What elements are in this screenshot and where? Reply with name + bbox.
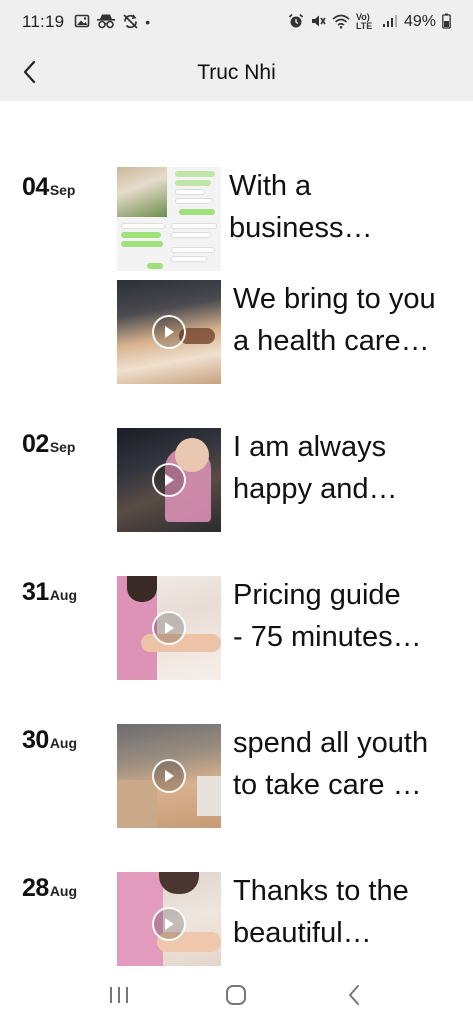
- play-icon: [152, 907, 186, 941]
- date-label: 02 Sep: [22, 430, 76, 459]
- back-icon: [349, 985, 360, 1005]
- post-thumbnail: [117, 872, 221, 966]
- post-thumbnail: [117, 724, 221, 828]
- back-button[interactable]: [10, 52, 50, 92]
- incognito-icon: [96, 13, 116, 31]
- play-icon: [152, 315, 186, 349]
- system-back-button[interactable]: [324, 975, 384, 1015]
- date-month: Aug: [49, 587, 78, 603]
- battery-percent: 49%: [403, 13, 436, 30]
- play-icon: [152, 759, 186, 793]
- battery-icon: [442, 13, 451, 31]
- post-thumbnail: [117, 280, 221, 384]
- post-item[interactable]: Thanks to the beautiful…: [117, 872, 457, 966]
- date-day: 04: [22, 173, 49, 201]
- date-month: Sep: [49, 182, 76, 198]
- home-button[interactable]: [206, 975, 266, 1015]
- post-item[interactable]: spend all youth to take care …: [117, 724, 457, 828]
- date-label: 28 Aug: [22, 874, 77, 903]
- post-caption: I am always happy and…: [233, 431, 398, 505]
- post-caption: We bring to you a health care…: [233, 283, 436, 357]
- notification-dot: •: [145, 14, 151, 30]
- signal-icon: [382, 14, 398, 30]
- mute-icon: [310, 13, 326, 31]
- post-item[interactable]: Pricing guide - 75 minutes…: [117, 576, 457, 680]
- date-label: 04 Sep: [22, 173, 76, 202]
- recent-apps-button[interactable]: [89, 975, 149, 1015]
- chat-collage-image: [117, 167, 221, 271]
- post-caption: Thanks to the beautiful…: [233, 875, 409, 949]
- play-icon: [152, 611, 186, 645]
- sync-off-icon: [122, 13, 139, 32]
- date-month: Aug: [49, 735, 78, 751]
- date-label: 31 Aug: [22, 578, 77, 607]
- system-nav-bar: [0, 966, 473, 1024]
- date-month: Sep: [49, 439, 76, 455]
- app-header: Truc Nhi: [0, 44, 473, 101]
- date-day: 28: [22, 874, 49, 902]
- wifi-icon: [332, 14, 350, 31]
- post-caption: With a business…: [229, 170, 373, 244]
- post-item[interactable]: We bring to you a health care…: [117, 280, 457, 384]
- chevron-left-icon: [23, 60, 36, 84]
- post-thumbnail: [117, 576, 221, 680]
- post-caption: Pricing guide - 75 minutes…: [233, 579, 422, 653]
- timeline: 04 Sep With a business… We bring to you …: [0, 101, 473, 966]
- date-month: Aug: [49, 883, 78, 899]
- status-left: 11:19 •: [22, 12, 150, 32]
- status-time: 11:19: [22, 12, 65, 31]
- date-label: 30 Aug: [22, 726, 77, 755]
- home-icon: [226, 985, 247, 1005]
- page-title: Truc Nhi: [197, 60, 276, 84]
- image-icon: [74, 13, 90, 31]
- recent-apps-icon: [109, 987, 128, 1003]
- date-day: 31: [22, 578, 49, 606]
- post-caption: spend all youth to take care …: [233, 727, 429, 801]
- post-thumbnail: [117, 167, 221, 271]
- alarm-icon: [288, 13, 304, 31]
- network-label: Vo) LTE: [355, 12, 373, 31]
- play-icon: [152, 463, 186, 497]
- status-right: Vo) LTE 49%: [288, 13, 451, 31]
- post-thumbnail: [117, 428, 221, 532]
- date-day: 02: [22, 430, 49, 458]
- post-item[interactable]: With a business…: [117, 167, 457, 271]
- post-item[interactable]: I am always happy and…: [117, 428, 457, 532]
- status-bar: 11:19 • Vo) LTE 49%: [0, 0, 473, 44]
- date-day: 30: [22, 726, 49, 754]
